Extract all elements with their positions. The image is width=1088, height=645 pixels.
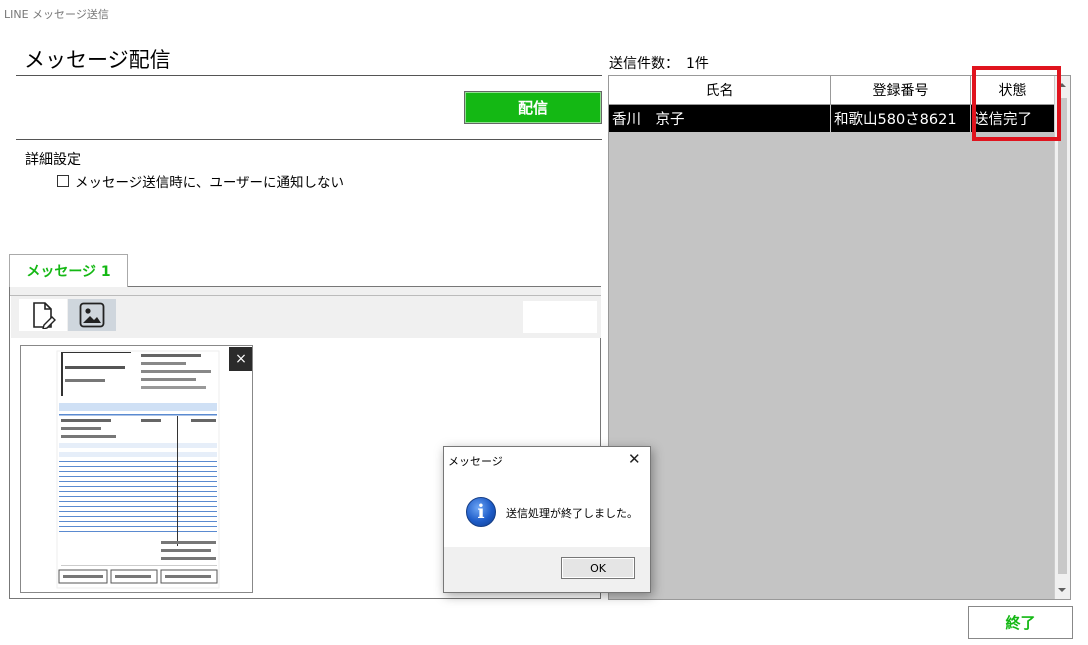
no-notify-option[interactable]: メッセージ送信時に、ユーザーに通知しない [57, 171, 344, 191]
title-divider [16, 75, 602, 76]
document-edit-icon[interactable] [19, 299, 67, 331]
thumbnail-close-icon[interactable]: × [229, 347, 252, 371]
end-button[interactable]: 終了 [968, 606, 1073, 639]
info-icon: i [466, 497, 496, 527]
no-notify-label: メッセージ送信時に、ユーザーに通知しない [75, 175, 345, 191]
cell-name: 香川 京子 [609, 105, 831, 132]
page-title: メッセージ配信 [24, 48, 171, 72]
editor-toolbar [11, 296, 601, 338]
dialog-footer: OK [444, 547, 650, 592]
section-divider [16, 139, 602, 140]
grid-scrollbar[interactable] [1054, 76, 1070, 599]
column-header-reg-no[interactable]: 登録番号 [831, 76, 971, 104]
recipient-grid[interactable]: 氏名 登録番号 状態 香川 京子 和歌山580さ8621 送信完了 [608, 75, 1071, 600]
dialog-message: 送信処理が終了しました。 [506, 507, 638, 520]
tab-message-1[interactable]: メッセージ 1 [9, 254, 128, 287]
dialog-close-icon[interactable]: ✕ [628, 450, 641, 468]
invoice-preview-image [56, 350, 220, 589]
image-icon[interactable] [68, 299, 116, 331]
ok-button[interactable]: OK [561, 557, 635, 579]
no-notify-checkbox[interactable] [57, 175, 69, 187]
toolbar-blank-field [523, 301, 597, 333]
send-count-label: 送信件数： 1件 [609, 56, 709, 72]
message-dialog: メッセージ ✕ i 送信処理が終了しました。 OK [443, 446, 651, 593]
image-thumbnail[interactable]: × [20, 345, 253, 593]
settings-title: 詳細設定 [25, 152, 81, 168]
window-title: LINE メッセージ送信 [4, 8, 109, 21]
scrollbar-thumb[interactable] [1058, 98, 1067, 574]
send-button[interactable]: 配信 [464, 91, 602, 124]
dialog-title: メッセージ [448, 455, 503, 468]
status-highlight-box [972, 66, 1061, 141]
column-header-name[interactable]: 氏名 [609, 76, 831, 104]
cell-reg-no: 和歌山580さ8621 [831, 105, 971, 132]
scroll-down-arrow-icon[interactable] [1058, 588, 1066, 592]
